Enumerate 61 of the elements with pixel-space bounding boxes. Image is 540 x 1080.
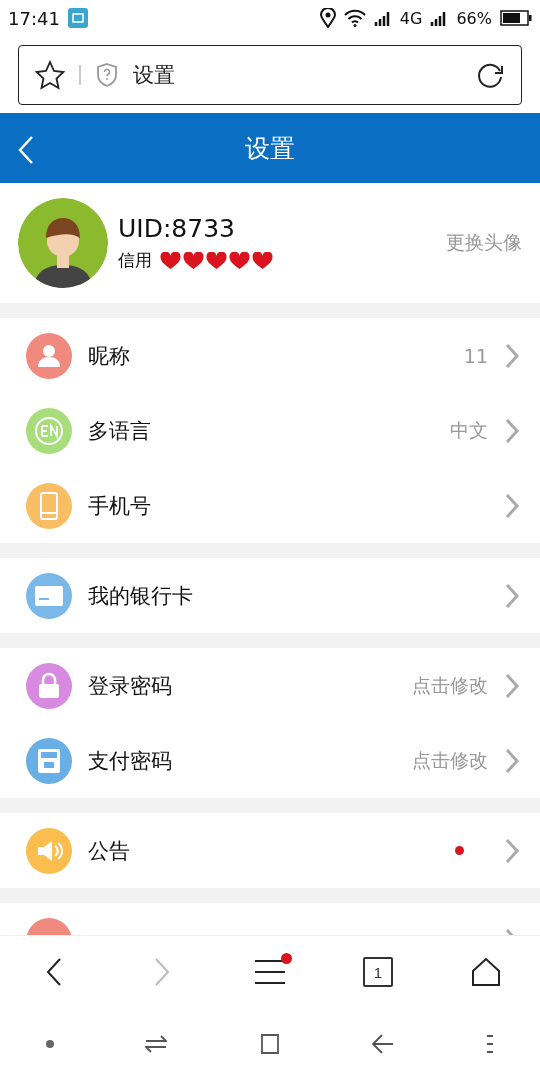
chevron-right-icon [504,416,520,445]
settings-row[interactable]: 我的银行卡 [0,558,540,633]
address-bar[interactable]: 设置 [18,45,522,105]
page-title: 设置 [133,62,175,89]
chevron-right-icon [504,746,520,775]
back-icon [16,135,36,165]
menu-icon [255,959,285,985]
row-label: 昵称 [88,342,130,370]
back-arrow-icon[interactable] [371,1033,396,1055]
language-icon [33,414,65,447]
tabs-button[interactable]: 1 [348,947,408,997]
keypad-icon [36,746,62,775]
clock: 17:41 [8,7,60,29]
phone-icon [38,490,60,521]
row-label: 手机号 [88,492,151,520]
heart-icon [160,251,181,270]
network-type: 4G [399,8,423,28]
settings-row[interactable]: 手机号 [0,468,540,543]
chevron-right-icon [504,836,520,865]
switch-icon[interactable] [144,1034,167,1054]
shield-icon [95,62,119,88]
row-label: 我的银行卡 [88,582,193,610]
lock-icon [37,671,61,700]
avatar[interactable] [18,198,108,288]
heart-icon [229,251,250,270]
card-icon [34,584,64,607]
settings-row[interactable]: 多语言 中文 [0,393,540,468]
dot-icon[interactable] [45,1040,54,1048]
credit-label: 信用 [118,249,152,272]
star-icon[interactable] [35,60,65,90]
row-label: 多语言 [88,417,151,445]
battery-percent: 66% [456,8,492,28]
title: 设置 [245,132,295,165]
heart-icon [183,251,204,270]
heart-icon [206,251,227,270]
signal-icon [373,10,392,26]
settings-row[interactable]: 登录密码 点击修改 [0,648,540,723]
user-id: UID:8733 [118,214,236,243]
home-icon [471,957,501,987]
chevron-right-icon [504,491,520,520]
row-label: 公告 [88,837,130,865]
location-icon [319,8,336,28]
row-value: 点击修改 [412,747,488,773]
chevron-right-icon [504,341,520,370]
row-value: 11 [463,344,488,367]
row-label: 登录密码 [88,672,172,700]
row-label: 支付密码 [88,747,172,775]
row-value: 点击修改 [412,672,488,698]
wifi-icon [343,9,366,27]
heart-icon [252,251,273,270]
settings-row[interactable]: 公告 [0,813,540,888]
chevron-right-icon [504,581,520,610]
screenshot-icon [67,8,88,28]
forward-icon [153,957,171,987]
back-icon [45,957,63,987]
settings-row[interactable]: 支付密码 点击修改 [0,723,540,798]
settings-row[interactable]: 昵称 11 [0,318,540,393]
row-value: 中文 [450,417,488,443]
more-icon[interactable] [486,1033,495,1055]
battery-icon [500,10,532,26]
chevron-right-icon [504,671,520,700]
